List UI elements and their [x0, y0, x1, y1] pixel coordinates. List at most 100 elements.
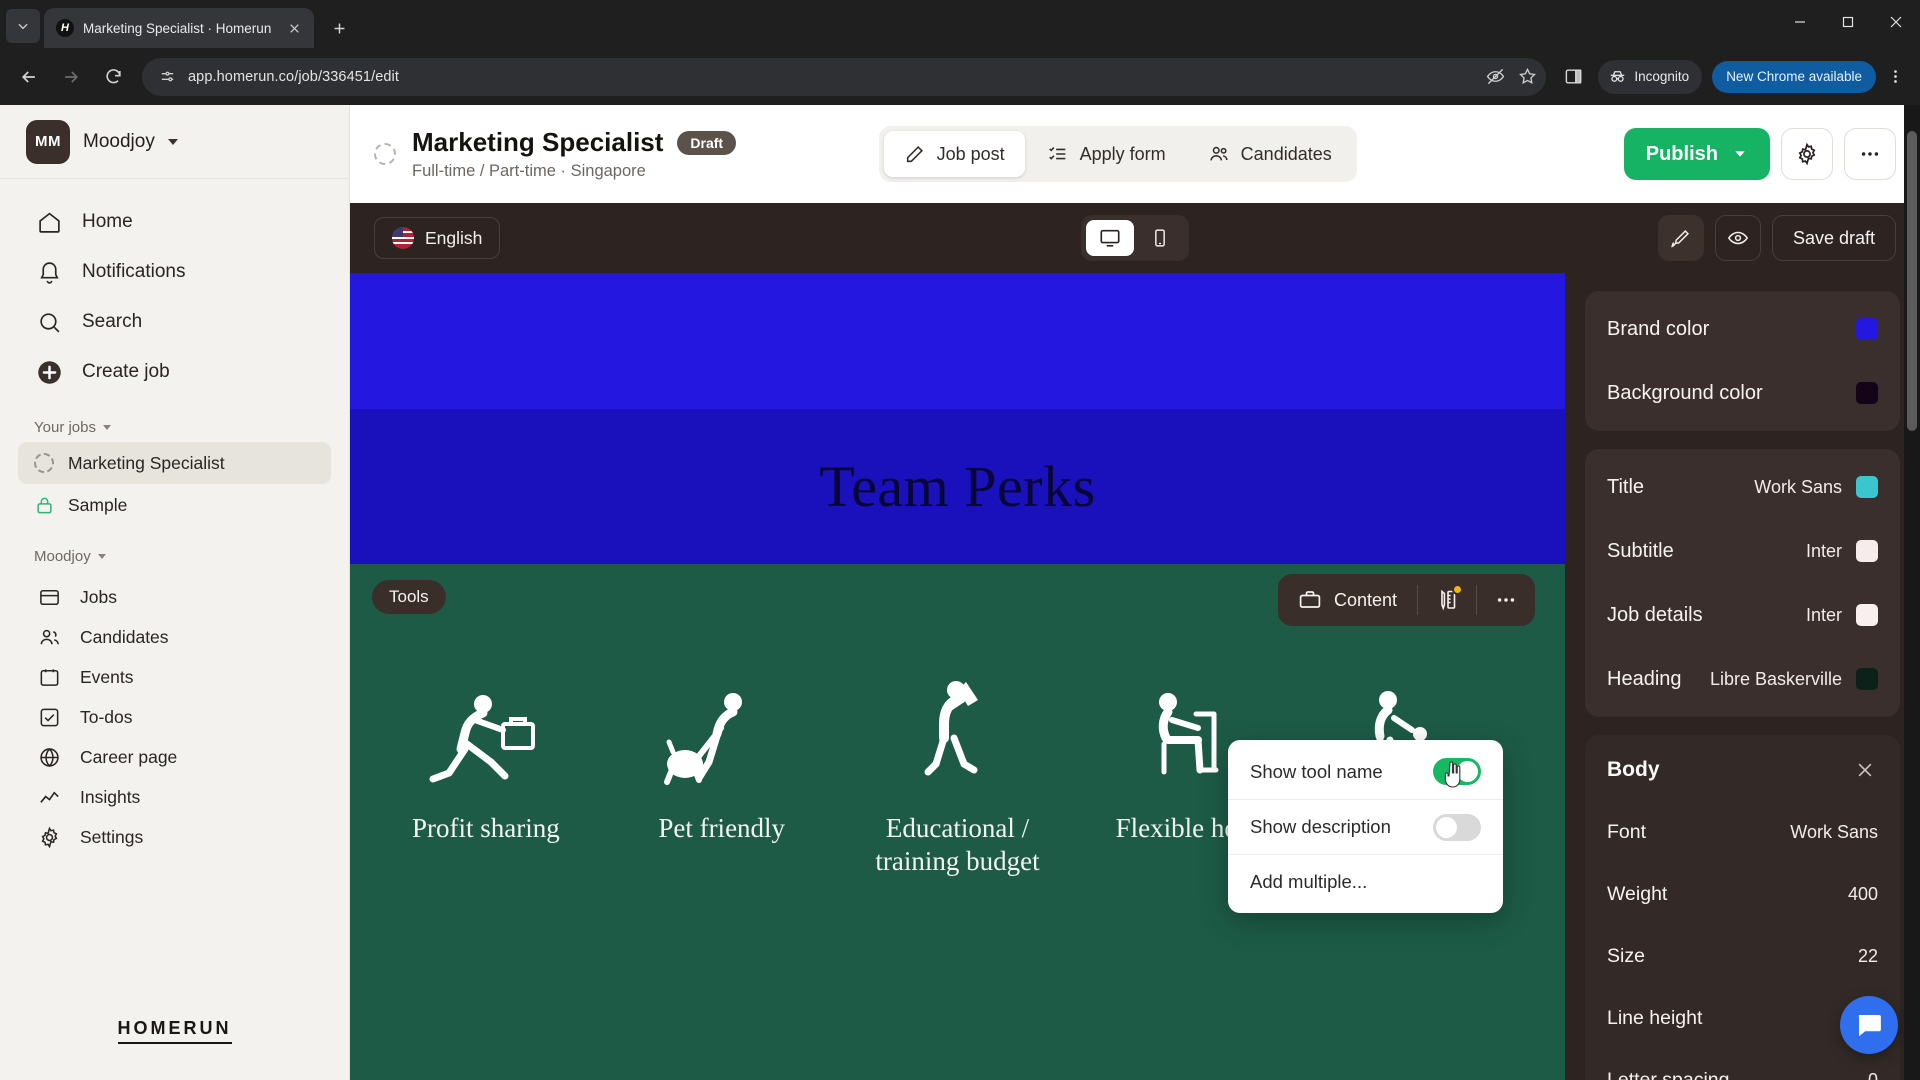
body-size-row[interactable]: Size 22: [1585, 925, 1900, 987]
sidebar-item-notifications[interactable]: Notifications: [18, 247, 331, 297]
background-color-swatch[interactable]: [1856, 382, 1878, 404]
content-button[interactable]: Content: [1278, 588, 1417, 612]
sidebar-item-marketing-specialist[interactable]: Marketing Specialist: [18, 442, 331, 484]
banner-top-block[interactable]: [350, 273, 1565, 409]
perk-label: Profit sharing: [412, 813, 560, 843]
kebab-menu-icon[interactable]: [1880, 60, 1910, 94]
sidebar-item-home[interactable]: Home: [18, 197, 331, 247]
ellipsis-icon: [1495, 589, 1517, 611]
publish-button[interactable]: Publish: [1623, 128, 1770, 180]
sidebar: MM Moodjoy Home Notifications Search Cre…: [0, 105, 350, 1080]
design-button[interactable]: [1657, 215, 1704, 261]
chrome-update-button[interactable]: New Chrome available: [1712, 60, 1876, 93]
mobile-icon[interactable]: [1136, 220, 1184, 256]
tab-job-post[interactable]: Job post: [883, 131, 1025, 177]
show-description-toggle[interactable]: [1433, 813, 1481, 841]
sidebar-item-label: Candidates: [80, 626, 169, 647]
close-icon[interactable]: [284, 18, 304, 38]
body-letter-spacing-row[interactable]: Letter spacing 0: [1585, 1049, 1900, 1080]
workspace-group[interactable]: Moodjoy: [0, 548, 349, 565]
sidebar-item-todos[interactable]: To-dos: [18, 697, 331, 737]
save-draft-button[interactable]: Save draft: [1771, 215, 1896, 261]
org-switcher[interactable]: MM Moodjoy: [0, 105, 349, 179]
row-label: Letter spacing: [1607, 1068, 1730, 1080]
incognito-indicator[interactable]: Incognito: [1598, 59, 1703, 94]
body-weight-row[interactable]: Weight 400: [1585, 863, 1900, 925]
block-more-button[interactable]: [1477, 574, 1535, 626]
job-details-color-swatch[interactable]: [1856, 604, 1878, 626]
tab-search-icon[interactable]: [6, 9, 40, 43]
perk-item[interactable]: Pet friendly: [604, 674, 840, 845]
sidebar-item-sample[interactable]: Sample: [18, 484, 331, 526]
brand-color-row[interactable]: Brand color: [1585, 297, 1900, 361]
language-selector[interactable]: English: [374, 217, 501, 259]
lock-icon: [34, 496, 54, 515]
body-section-title: Body: [1607, 758, 1660, 781]
preview-button[interactable]: [1714, 215, 1761, 261]
eye-off-icon[interactable]: [1484, 66, 1506, 88]
side-panel-icon[interactable]: [1556, 60, 1590, 94]
menu-item-show-description[interactable]: Show description: [1228, 799, 1503, 854]
new-tab-icon[interactable]: [324, 13, 354, 43]
banner-title-block[interactable]: Team Perks: [350, 409, 1565, 564]
more-options-button[interactable]: [1843, 128, 1896, 180]
close-icon[interactable]: [1852, 757, 1878, 783]
sidebar-item-career-page[interactable]: Career page: [18, 737, 331, 777]
minimize-icon[interactable]: [1776, 0, 1824, 44]
sidebar-item-jobs[interactable]: Jobs: [18, 577, 331, 617]
help-chat-button[interactable]: [1840, 996, 1898, 1054]
block-options-menu: Show tool name Show description Add mult…: [1228, 740, 1503, 913]
app-root: MM Moodjoy Home Notifications Search Cre…: [0, 105, 1920, 1080]
show-tool-name-toggle[interactable]: [1433, 758, 1481, 785]
page-scrollbar[interactable]: [1904, 105, 1920, 1080]
title-color-swatch[interactable]: [1856, 476, 1878, 498]
row-label: Title: [1607, 475, 1645, 498]
brand-color-swatch[interactable]: [1856, 318, 1878, 340]
heading-color-swatch[interactable]: [1856, 668, 1878, 690]
sidebar-item-insights[interactable]: Insights: [18, 777, 331, 817]
scrollbar-thumb[interactable]: [1907, 131, 1917, 431]
back-icon[interactable]: [10, 58, 48, 96]
sidebar-item-events[interactable]: Events: [18, 657, 331, 697]
banner-title: Team Perks: [819, 454, 1096, 519]
sidebar-item-search[interactable]: Search: [18, 297, 331, 347]
chart-line-icon: [34, 782, 64, 812]
notification-dot: [1452, 584, 1463, 595]
menu-item-add-multiple[interactable]: Add multiple...: [1228, 854, 1503, 909]
style-button[interactable]: [1418, 574, 1476, 626]
subtitle-color-swatch[interactable]: [1856, 540, 1878, 562]
perk-item[interactable]: Profit sharing: [368, 674, 604, 845]
body-font-row[interactable]: Font Work Sans: [1585, 801, 1900, 863]
tab-apply-form[interactable]: Apply form: [1027, 131, 1186, 177]
your-jobs-group[interactable]: Your jobs: [0, 419, 349, 436]
tab-candidates[interactable]: Candidates: [1188, 131, 1352, 177]
forward-icon[interactable]: [52, 58, 90, 96]
sidebar-item-label: Events: [80, 666, 134, 687]
row-label: Heading: [1607, 667, 1682, 690]
menu-item-show-tool-name[interactable]: Show tool name: [1228, 744, 1503, 799]
browser-tab[interactable]: H Marketing Specialist · Homerun: [44, 8, 314, 48]
job-details-font-row[interactable]: Job details Inter: [1585, 583, 1900, 647]
close-window-icon[interactable]: [1872, 0, 1920, 44]
job-post-canvas: Team Perks Tools Content Profit sharing …: [350, 273, 1565, 1080]
org-name: Moodjoy: [83, 130, 155, 152]
device-preview-toggle: [1081, 215, 1189, 261]
background-color-row[interactable]: Background color: [1585, 361, 1900, 425]
sidebar-item-candidates[interactable]: Candidates: [18, 617, 331, 657]
perks-block[interactable]: Tools Content Profit sharing Pet friendl…: [350, 564, 1565, 1080]
row-label: Size: [1607, 944, 1645, 967]
settings-button[interactable]: [1780, 128, 1833, 180]
perk-item[interactable]: Educational / training budget: [840, 674, 1076, 878]
tools-chip[interactable]: Tools: [372, 580, 446, 614]
sidebar-item-settings[interactable]: Settings: [18, 817, 331, 857]
desktop-icon[interactable]: [1086, 220, 1134, 256]
sidebar-item-create-job[interactable]: Create job: [18, 347, 331, 397]
reload-icon[interactable]: [94, 58, 132, 96]
heading-font-row[interactable]: Heading Libre Baskerville: [1585, 647, 1900, 711]
title-font-row[interactable]: Title Work Sans: [1585, 455, 1900, 519]
maximize-icon[interactable]: [1824, 0, 1872, 44]
page-settings-icon[interactable]: [156, 66, 178, 88]
address-bar[interactable]: app.homerun.co/job/336451/edit: [142, 57, 1547, 96]
subtitle-font-row[interactable]: Subtitle Inter: [1585, 519, 1900, 583]
star-icon[interactable]: [1516, 66, 1538, 88]
